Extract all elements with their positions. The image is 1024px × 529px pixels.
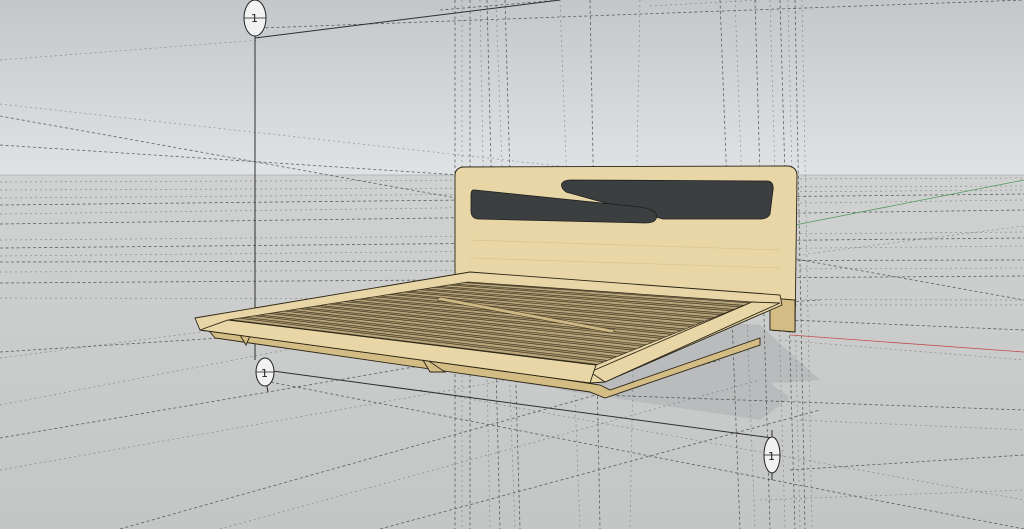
grid-marker-label: 1 xyxy=(768,450,775,463)
sky xyxy=(0,0,1024,175)
3d-viewport[interactable]: 1 1 1 xyxy=(0,0,1024,529)
model-scene[interactable]: 1 1 1 xyxy=(0,0,1024,529)
grid-marker-label: 1 xyxy=(251,12,258,25)
grid-marker-right[interactable]: 1 xyxy=(763,436,781,474)
grid-marker-top[interactable]: 1 xyxy=(243,0,267,37)
grid-marker-label: 1 xyxy=(261,367,268,380)
grid-marker-left[interactable]: 1 xyxy=(255,357,275,387)
